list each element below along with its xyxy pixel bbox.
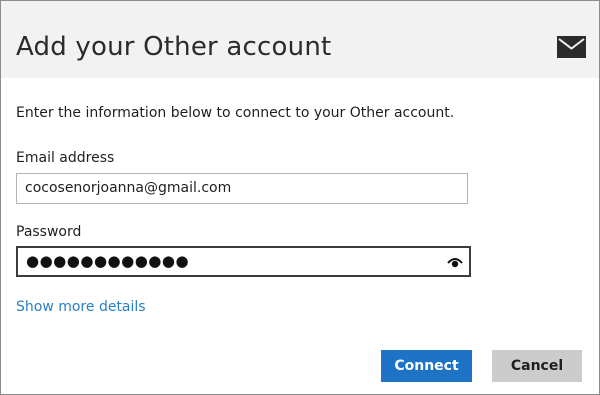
cancel-button[interactable]: Cancel (492, 350, 582, 382)
eye-icon[interactable] (447, 256, 463, 268)
password-label: Password (16, 224, 82, 240)
dialog-title: Add your Other account (16, 32, 332, 62)
password-field[interactable]: ●●●●●●●●●●●● (16, 246, 471, 277)
dialog-header: Add your Other account (1, 1, 599, 78)
show-more-details-link[interactable]: Show more details (16, 297, 146, 317)
email-label: Email address (16, 150, 115, 166)
password-value: ●●●●●●●●●●●● (26, 252, 190, 270)
email-field[interactable]: cocosenorjoanna@gmail.com (16, 173, 468, 204)
add-account-dialog: Add your Other account Enter the informa… (0, 0, 600, 395)
intro-text: Enter the information below to connect t… (16, 105, 455, 121)
connect-button[interactable]: Connect (381, 350, 472, 382)
mail-icon (557, 36, 586, 58)
